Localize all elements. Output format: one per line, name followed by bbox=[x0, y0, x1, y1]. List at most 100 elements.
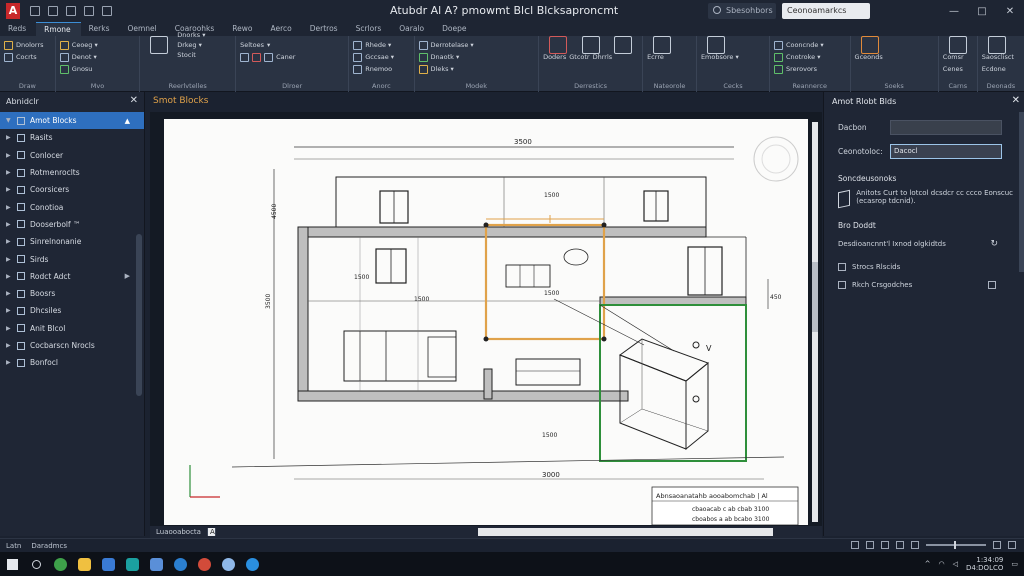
taskbar-app[interactable] bbox=[120, 552, 144, 576]
clock[interactable]: 1:34:09 D4:DOLCO bbox=[966, 556, 1003, 572]
chevron-right-icon[interactable]: ▶ bbox=[6, 221, 12, 228]
large-button[interactable] bbox=[982, 36, 1012, 54]
taskbar-app[interactable] bbox=[96, 552, 120, 576]
command-input[interactable]: Ceonoamarkcs bbox=[782, 3, 870, 19]
taskbar-app[interactable] bbox=[168, 552, 192, 576]
ribbon-tab[interactable]: Reds bbox=[0, 22, 36, 36]
tree-item[interactable]: ▶ Rotmenroclts bbox=[0, 164, 144, 181]
chevron-up-icon[interactable]: ^ bbox=[925, 560, 931, 568]
ribbon-item[interactable]: Gccsae ▾ bbox=[365, 53, 394, 61]
chevron-right-icon[interactable]: ▶ bbox=[6, 273, 12, 280]
start-button[interactable] bbox=[0, 552, 24, 576]
checkbox-row[interactable]: Strocs Rlscids bbox=[824, 258, 1024, 276]
tree-item[interactable]: ▶ Conotioa bbox=[0, 198, 144, 215]
ribbon-tab[interactable]: Rerks bbox=[81, 22, 120, 36]
close-icon[interactable]: ✕ bbox=[1012, 95, 1020, 106]
grip-point[interactable] bbox=[483, 222, 489, 228]
tree-item[interactable]: ▶ Boosrs bbox=[0, 285, 144, 302]
app-logo-icon[interactable]: A bbox=[6, 3, 20, 19]
osnap-toggle-icon[interactable] bbox=[911, 541, 919, 549]
tree-item[interactable]: ▶ Dooserbolf ™ bbox=[0, 216, 144, 233]
grip-point[interactable] bbox=[483, 336, 489, 342]
ribbon-item[interactable]: Cenes bbox=[943, 65, 963, 73]
copy-clip-icon[interactable] bbox=[773, 64, 783, 74]
close-button[interactable]: ✕ bbox=[996, 6, 1024, 17]
large-button[interactable] bbox=[543, 36, 573, 54]
tree-item[interactable]: ▶ Dhcsiles bbox=[0, 302, 144, 319]
settings-icon[interactable] bbox=[1008, 541, 1016, 549]
volume-icon[interactable]: ◁ bbox=[953, 560, 958, 568]
ribbon-item[interactable]: Dnorks ▾ bbox=[177, 31, 205, 39]
ribbon-tab[interactable]: Oaralo bbox=[391, 22, 434, 36]
cube-3d-icon[interactable] bbox=[618, 338, 709, 451]
tree-item[interactable]: ▶ Cocbarscn Nrocls bbox=[0, 337, 144, 354]
selected-block-outline[interactable] bbox=[484, 223, 606, 341]
dimension-icon[interactable] bbox=[252, 52, 262, 62]
taskbar-app[interactable] bbox=[216, 552, 240, 576]
property-input-focused[interactable] bbox=[890, 143, 1002, 159]
chevron-right-icon[interactable]: ▶ bbox=[6, 169, 12, 176]
snap-toggle-icon[interactable] bbox=[866, 541, 874, 549]
chevron-right-icon[interactable]: ▶ bbox=[6, 238, 12, 245]
property-input[interactable] bbox=[890, 119, 1002, 135]
ribbon-item[interactable]: Derrotelase ▾ bbox=[431, 41, 474, 49]
chevron-right-icon[interactable]: ▶ bbox=[6, 342, 12, 349]
ribbon-item[interactable]: Rhede ▾ bbox=[365, 41, 391, 49]
redo-icon[interactable] bbox=[102, 6, 112, 16]
green-block-outline[interactable] bbox=[599, 304, 747, 462]
line-icon[interactable] bbox=[4, 40, 13, 50]
chevron-right-icon[interactable]: ▶ bbox=[6, 152, 12, 159]
large-button[interactable] bbox=[608, 36, 638, 54]
ribbon-tab[interactable]: Doepe bbox=[434, 22, 476, 36]
layout-tab[interactable]: Luaooabocta bbox=[150, 528, 208, 536]
checkbox-row[interactable]: Rkch Crsgodches bbox=[824, 276, 1024, 294]
undo-icon[interactable] bbox=[84, 6, 94, 16]
checkbox[interactable] bbox=[838, 281, 846, 289]
ribbon-item[interactable]: Dleks ▾ bbox=[431, 65, 454, 73]
tree-item-selected[interactable]: ▼ Amot Blocks ▲ bbox=[0, 112, 144, 130]
insert-icon[interactable] bbox=[418, 52, 428, 62]
ribbon-tab[interactable]: Rewo bbox=[224, 22, 262, 36]
grid-toggle-icon[interactable] bbox=[851, 541, 859, 549]
cut-icon[interactable] bbox=[773, 52, 783, 62]
large-button[interactable] bbox=[943, 36, 973, 54]
markup-icon[interactable] bbox=[353, 64, 363, 74]
chevron-right-icon[interactable]: ▶ bbox=[6, 256, 12, 263]
status-layout[interactable]: Daradmcs bbox=[31, 542, 67, 550]
left-panel-scrollbar[interactable] bbox=[136, 234, 142, 396]
tree-item[interactable]: ▶ Rasits bbox=[0, 129, 144, 146]
ribbon-item[interactable]: Dnaotk ▾ bbox=[431, 53, 460, 61]
model-icon[interactable] bbox=[418, 40, 428, 50]
paste-icon[interactable] bbox=[773, 40, 783, 50]
chevron-down-icon[interactable]: ▼ bbox=[6, 117, 12, 124]
maximize-button[interactable]: □ bbox=[968, 6, 996, 17]
properties-scrollbar[interactable] bbox=[1019, 112, 1024, 272]
blocks-icon[interactable] bbox=[418, 64, 428, 74]
chevron-up-icon[interactable]: ▲ bbox=[125, 117, 130, 125]
tree-item[interactable]: ▶ Conlocer bbox=[0, 147, 144, 164]
chevron-right-icon[interactable]: ▶ bbox=[125, 272, 130, 280]
ribbon-item[interactable]: Drkeg ▾ bbox=[177, 41, 205, 49]
network-icon[interactable]: ◠ bbox=[938, 560, 944, 568]
tree-item[interactable]: ▶ Sinrelnonanie bbox=[0, 233, 144, 250]
save-icon[interactable] bbox=[66, 6, 76, 16]
viewcube-icon[interactable] bbox=[753, 136, 799, 182]
tree-item[interactable]: ▶ Rodct Adct ▶ bbox=[0, 268, 144, 285]
tree-item[interactable]: ▶ Sirds bbox=[0, 250, 144, 267]
ribbon-item[interactable]: Saosclisct bbox=[982, 53, 1014, 61]
ribbon-item[interactable]: Dnolorrs bbox=[16, 41, 44, 49]
ribbon-tab[interactable]: Dertros bbox=[302, 22, 348, 36]
leader-icon[interactable] bbox=[264, 52, 274, 62]
ribbon-item[interactable]: Doders bbox=[543, 53, 566, 61]
ribbon-tab-active[interactable]: Rmone bbox=[36, 22, 81, 36]
large-button[interactable] bbox=[576, 36, 606, 54]
ribbon-item[interactable]: Gceonds bbox=[855, 53, 883, 61]
status-model[interactable]: Latn bbox=[6, 542, 21, 550]
chevron-right-icon[interactable]: ▶ bbox=[6, 359, 12, 366]
move-icon[interactable] bbox=[59, 40, 69, 50]
chevron-down-icon[interactable]: ▾ bbox=[267, 41, 270, 49]
ribbon-item[interactable]: Ecdone bbox=[982, 65, 1006, 73]
link-text[interactable]: Desdioancnnt'l Ixnod olgkidtds bbox=[838, 240, 946, 248]
close-icon[interactable]: ✕ bbox=[130, 95, 138, 106]
grip-point[interactable] bbox=[601, 222, 607, 228]
